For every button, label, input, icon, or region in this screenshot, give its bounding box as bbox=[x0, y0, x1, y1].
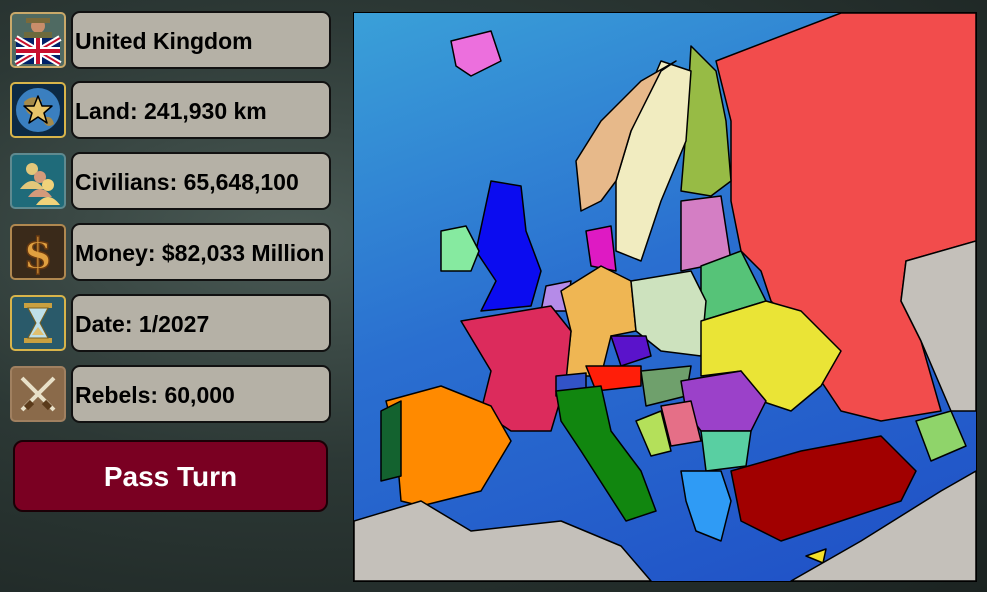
europe-map[interactable] bbox=[353, 12, 977, 582]
rebels-row: Rebels: 60,000 bbox=[10, 365, 332, 425]
money-stat: Money: $82,033 Million bbox=[71, 223, 331, 281]
region-denmark[interactable] bbox=[585, 225, 617, 272]
crossed-swords-icon bbox=[10, 366, 66, 422]
region-greece[interactable] bbox=[680, 470, 732, 542]
date-row: Date: 1/2027 bbox=[10, 294, 332, 354]
pass-turn-button[interactable]: Pass Turn bbox=[13, 440, 328, 512]
region-italy[interactable] bbox=[555, 385, 657, 522]
hourglass-icon bbox=[10, 295, 66, 351]
country-name: United Kingdom bbox=[71, 11, 331, 69]
region-sweden[interactable] bbox=[615, 60, 692, 262]
region-united-kingdom[interactable] bbox=[475, 180, 542, 312]
land-row: Land: 241,930 km bbox=[10, 81, 332, 141]
country-row: United Kingdom bbox=[10, 11, 332, 71]
date-stat: Date: 1/2027 bbox=[71, 294, 331, 352]
region-iceland[interactable] bbox=[450, 30, 502, 77]
region-czechia[interactable] bbox=[610, 335, 652, 367]
civilians-row: Civilians: 65,648,100 bbox=[10, 152, 332, 212]
land-stat: Land: 241,930 km bbox=[71, 81, 331, 139]
region-north-africa bbox=[353, 500, 652, 582]
civilians-icon bbox=[10, 153, 66, 209]
leader-flag-icon bbox=[10, 12, 66, 68]
region-portugal[interactable] bbox=[380, 400, 402, 482]
money-row: $ Money: $82,033 Million bbox=[10, 223, 332, 283]
globe-star-icon bbox=[10, 82, 66, 138]
svg-text:$: $ bbox=[23, 229, 52, 278]
region-bulgaria[interactable] bbox=[700, 430, 752, 472]
rebels-stat: Rebels: 60,000 bbox=[71, 365, 331, 423]
dollar-icon: $ bbox=[10, 224, 66, 280]
civilians-stat: Civilians: 65,648,100 bbox=[71, 152, 331, 210]
region-ireland[interactable] bbox=[440, 225, 480, 272]
region-georgia[interactable] bbox=[915, 410, 967, 462]
region-cyprus[interactable] bbox=[805, 548, 827, 564]
